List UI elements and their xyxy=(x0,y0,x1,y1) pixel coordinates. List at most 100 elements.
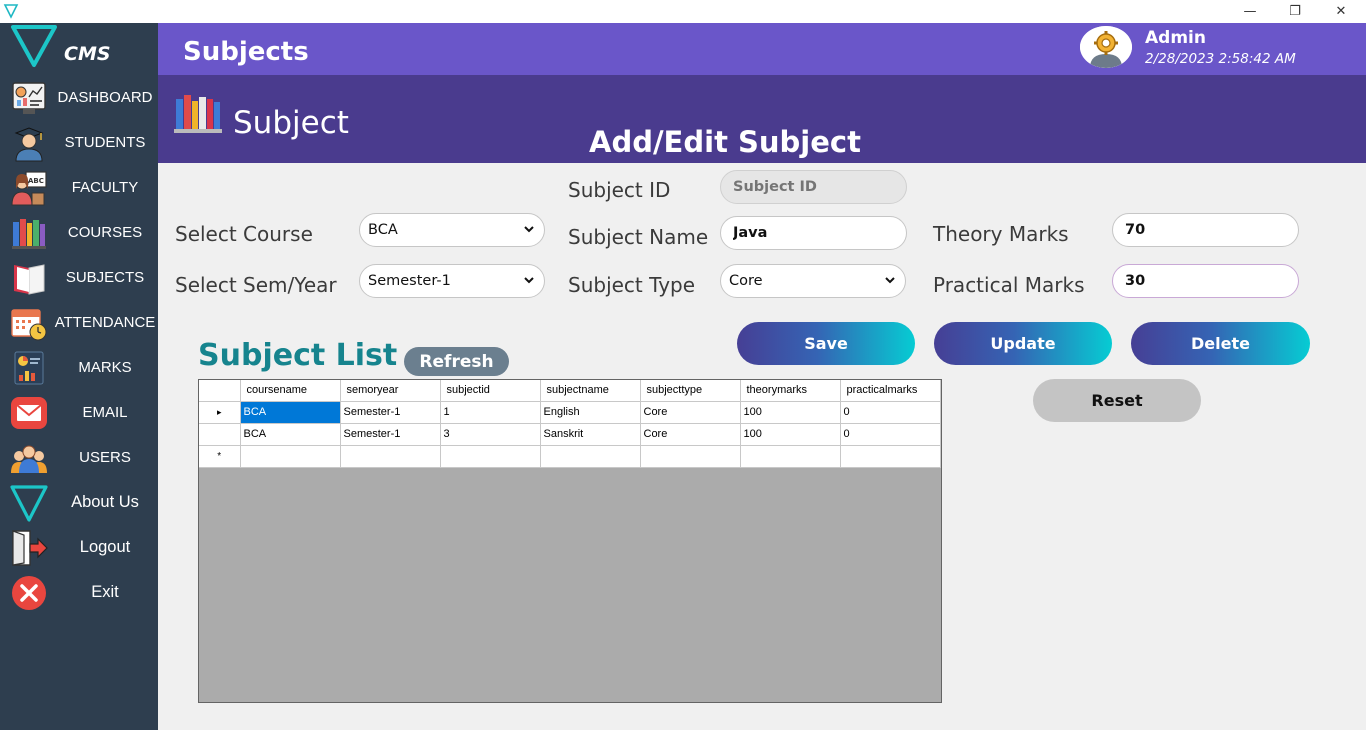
save-button[interactable]: Save xyxy=(737,322,915,365)
admin-avatar-icon xyxy=(1080,26,1132,68)
sidebar: CMS DASHBOARD STUDENTS ABC FACULTY COURS… xyxy=(0,23,158,730)
table-cell[interactable] xyxy=(440,445,541,468)
svg-text:ABC: ABC xyxy=(28,177,44,185)
sidebar-item-users[interactable]: USERS xyxy=(0,436,158,478)
top-header: Subjects Admin 2/28/2023 2:58:42 AM xyxy=(158,23,1366,75)
sidebar-item-label: COURSES xyxy=(67,223,143,241)
sidebar-item-faculty[interactable]: ABC FACULTY xyxy=(0,166,158,208)
sem-year-select[interactable]: Semester-1 xyxy=(359,264,545,298)
table-row[interactable]: ▸ BCA Semester-1 1 English Core 100 0 xyxy=(199,401,941,424)
table-cell[interactable]: English xyxy=(540,401,641,424)
column-header[interactable]: subjecttype xyxy=(640,380,741,402)
column-header[interactable]: practicalmarks xyxy=(840,380,941,402)
chevron-down-icon xyxy=(524,277,534,284)
reset-button[interactable]: Reset xyxy=(1033,379,1201,422)
table-cell[interactable]: BCA xyxy=(240,401,341,424)
new-row[interactable]: * xyxy=(199,445,941,468)
table-cell[interactable]: Semester-1 xyxy=(340,423,441,446)
course-select[interactable]: BCA xyxy=(359,213,545,247)
subject-data-grid[interactable]: coursename semoryear subjectid subjectna… xyxy=(198,379,942,703)
sidebar-item-exit[interactable]: Exit xyxy=(0,571,158,613)
chevron-down-icon xyxy=(885,277,895,284)
sidebar-item-dashboard[interactable]: DASHBOARD xyxy=(0,76,158,118)
minimize-button[interactable]: — xyxy=(1227,0,1273,23)
row-header[interactable] xyxy=(199,423,241,446)
subject-type-select[interactable]: Core xyxy=(720,264,906,298)
sidebar-logo: CMS xyxy=(0,23,158,75)
select-course-label: Select Course xyxy=(175,222,313,246)
avatar[interactable] xyxy=(1080,26,1132,68)
table-cell[interactable]: 1 xyxy=(440,401,541,424)
table-cell[interactable] xyxy=(640,445,741,468)
table-cell[interactable] xyxy=(540,445,641,468)
select-sem-label: Select Sem/Year xyxy=(175,273,337,297)
delete-button[interactable]: Delete xyxy=(1131,322,1310,365)
dashboard-icon xyxy=(12,82,46,114)
column-header[interactable]: subjectid xyxy=(440,380,541,402)
table-cell[interactable]: Sanskrit xyxy=(540,423,641,446)
cms-window: — ❐ ✕ CMS DASHBOARD STUDENTS ABC FACULTY… xyxy=(0,0,1366,730)
subject-name-input[interactable] xyxy=(720,216,907,250)
sidebar-item-label: EMAIL xyxy=(82,403,128,421)
table-cell[interactable]: Semester-1 xyxy=(340,401,441,424)
table-header-row: coursename semoryear subjectid subjectna… xyxy=(199,380,941,402)
sidebar-item-students[interactable]: STUDENTS xyxy=(0,121,158,163)
maximize-button[interactable]: ❐ xyxy=(1272,0,1318,23)
refresh-button[interactable]: Refresh xyxy=(404,347,509,376)
practical-marks-input[interactable] xyxy=(1112,264,1299,298)
column-header[interactable]: semoryear xyxy=(340,380,441,402)
subject-table: coursename semoryear subjectid subjectna… xyxy=(199,380,941,468)
section-banner: Subject Add/Edit Subject xyxy=(158,75,1366,163)
logo-text: CMS xyxy=(64,43,111,65)
table-cell[interactable]: 0 xyxy=(840,423,941,446)
new-row-indicator[interactable]: * xyxy=(199,445,241,468)
sidebar-item-attendance[interactable]: ATTENDANCE xyxy=(0,301,158,343)
course-select-value: BCA xyxy=(368,222,398,238)
row-header-corner xyxy=(199,380,241,402)
table-cell[interactable] xyxy=(240,445,341,468)
exit-icon xyxy=(12,576,46,610)
subject-name-label: Subject Name xyxy=(568,225,709,249)
sidebar-item-marks[interactable]: MARKS xyxy=(0,346,158,388)
report-icon xyxy=(14,351,44,385)
sidebar-item-label: DASHBOARD xyxy=(57,88,153,106)
sidebar-item-label: MARKS xyxy=(78,358,132,376)
chevron-down-icon xyxy=(524,226,534,233)
table-cell[interactable] xyxy=(840,445,941,468)
sidebar-item-courses[interactable]: COURSES xyxy=(0,211,158,253)
table-cell[interactable]: BCA xyxy=(240,423,341,446)
sidebar-item-label: ATTENDANCE xyxy=(54,313,156,331)
column-header[interactable]: coursename xyxy=(240,380,341,402)
column-header[interactable]: subjectname xyxy=(540,380,641,402)
table-cell[interactable] xyxy=(340,445,441,468)
books-icon xyxy=(174,95,222,133)
table-cell[interactable]: 0 xyxy=(840,401,941,424)
table-cell[interactable]: 3 xyxy=(440,423,541,446)
update-button[interactable]: Update xyxy=(934,322,1112,365)
theory-marks-input[interactable] xyxy=(1112,213,1299,247)
close-window-button[interactable]: ✕ xyxy=(1318,0,1364,23)
theory-marks-label: Theory Marks xyxy=(933,222,1069,246)
faculty-icon: ABC xyxy=(11,171,47,206)
title-bar: — ❐ ✕ xyxy=(0,0,1366,23)
subject-type-label: Subject Type xyxy=(568,273,696,297)
table-cell[interactable] xyxy=(740,445,841,468)
table-cell[interactable]: Core xyxy=(640,401,741,424)
table-cell[interactable]: 100 xyxy=(740,423,841,446)
current-datetime: 2/28/2023 2:58:42 AM xyxy=(1145,51,1296,67)
calendar-icon xyxy=(11,309,47,341)
sidebar-item-label: About Us xyxy=(71,492,139,511)
sidebar-item-subjects[interactable]: SUBJECTS xyxy=(0,256,158,298)
table-row[interactable]: BCA Semester-1 3 Sanskrit Core 100 0 xyxy=(199,423,941,446)
sidebar-item-about-us[interactable]: About Us xyxy=(0,481,158,523)
sidebar-item-email[interactable]: EMAIL xyxy=(0,391,158,433)
logout-icon xyxy=(12,530,48,566)
sidebar-item-logout[interactable]: Logout xyxy=(0,526,158,568)
current-row-indicator[interactable]: ▸ xyxy=(199,401,241,424)
table-cell[interactable]: 100 xyxy=(740,401,841,424)
sidebar-item-label: FACULTY xyxy=(71,178,139,196)
column-header[interactable]: theorymarks xyxy=(740,380,841,402)
table-cell[interactable]: Core xyxy=(640,423,741,446)
form-heading: Add/Edit Subject xyxy=(589,125,861,159)
app-logo-icon xyxy=(3,4,19,19)
